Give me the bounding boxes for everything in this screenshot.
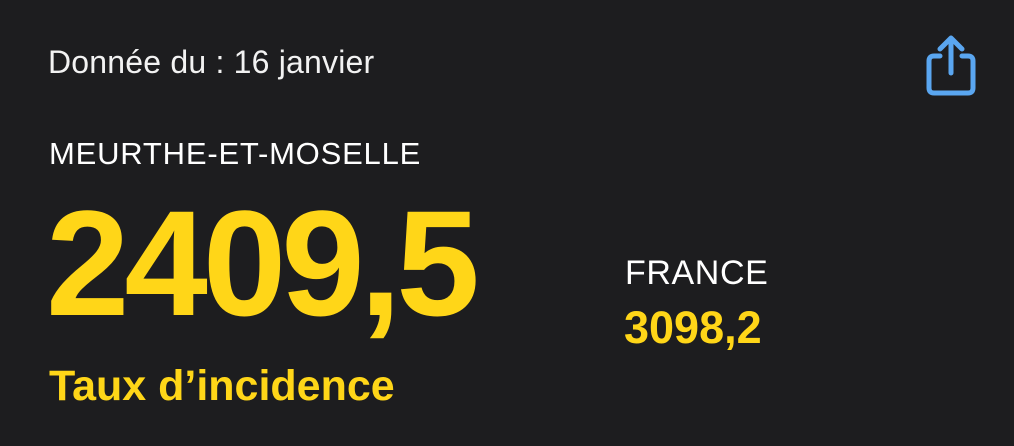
data-date: Donnée du : 16 janvier (48, 44, 375, 80)
share-icon (926, 35, 976, 96)
region-name: MEURTHE-ET-MOSELLE (49, 136, 422, 171)
incidence-card: Donnée du : 16 janvier MEURTHE-ET-MOSELL… (0, 0, 1014, 446)
comparison-value: 3098,2 (624, 302, 762, 353)
incidence-value: 2409,5 (46, 179, 480, 347)
comparison-name: FRANCE (625, 254, 769, 292)
share-button[interactable] (920, 32, 982, 100)
incidence-label: Taux d’incidence (49, 362, 395, 410)
